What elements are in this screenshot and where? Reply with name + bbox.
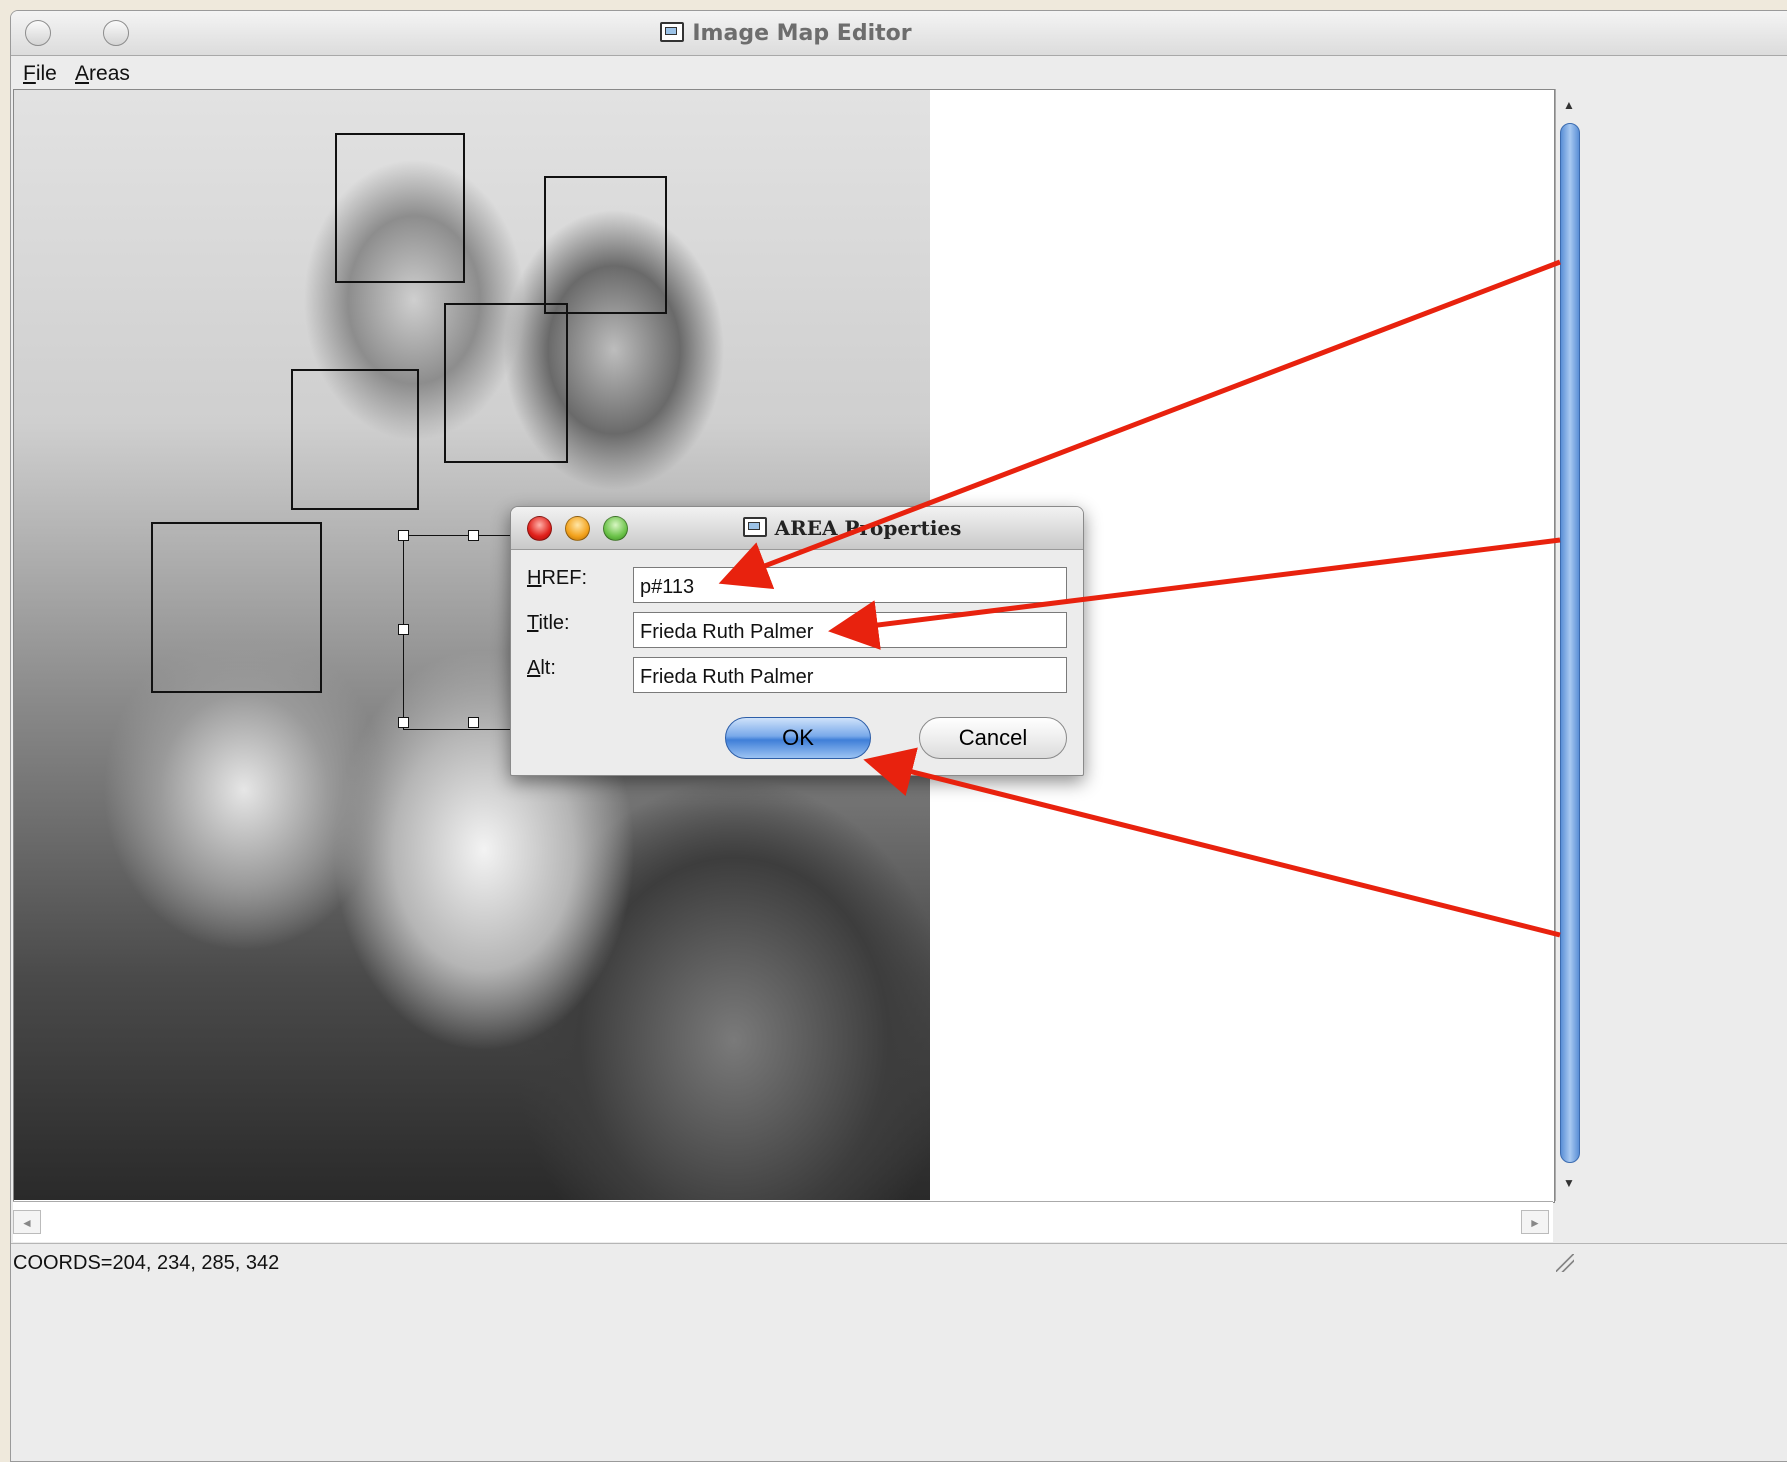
annotation-arrow-href [718, 259, 1561, 590]
annotation-arrow-ok [863, 747, 1561, 938]
annotation-arrow-title [828, 537, 1561, 650]
annotation-arrows [718, 259, 1561, 938]
